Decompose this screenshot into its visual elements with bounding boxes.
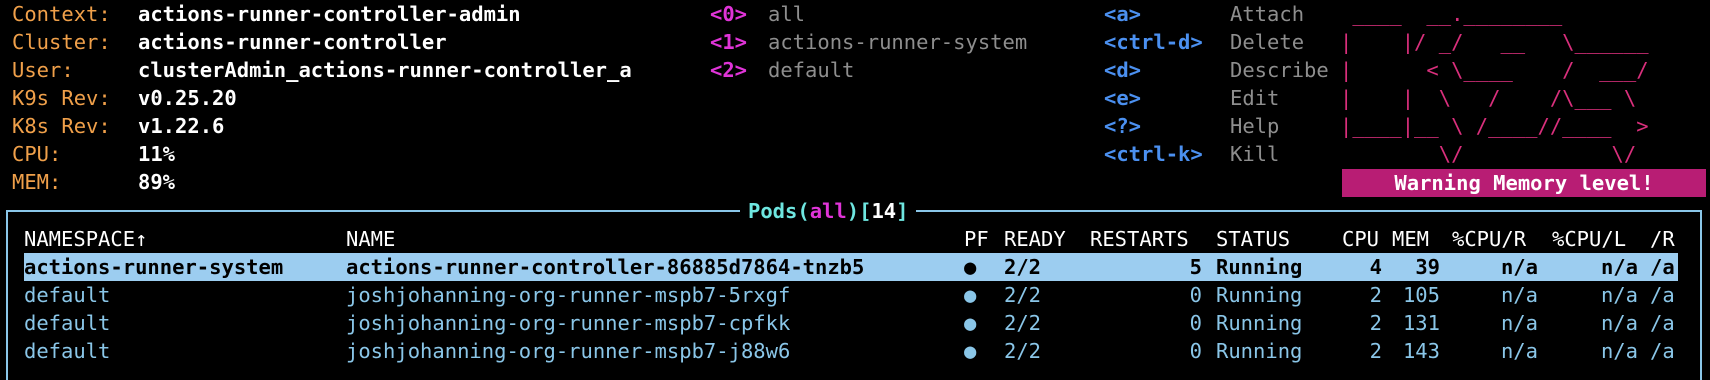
cell-cpu-r: n/a bbox=[1500, 283, 1538, 307]
cell-ready: 2/2 bbox=[1004, 339, 1042, 363]
hotkey-attach-key[interactable]: <a> bbox=[1104, 0, 1141, 28]
k8s-rev-value: v1.22.6 bbox=[138, 114, 225, 138]
hotkey-attach-label[interactable]: Attach bbox=[1230, 0, 1304, 28]
user-key: User: bbox=[12, 58, 74, 82]
namespace-label-actions-runner-system[interactable]: actions-runner-system bbox=[768, 28, 1027, 56]
hotkey-help-key[interactable]: <?> bbox=[1104, 112, 1141, 140]
cell-status: Running bbox=[1216, 283, 1303, 307]
cell-mem: 105 bbox=[1402, 283, 1440, 307]
hotkey-describe-label[interactable]: Describe bbox=[1230, 56, 1329, 84]
cell-mem: 131 bbox=[1402, 311, 1440, 335]
header-namespace[interactable]: NAMESPACE↑ bbox=[24, 225, 147, 253]
table-title-open-bracket: [ bbox=[859, 199, 872, 223]
cell-namespace: actions-runner-system bbox=[24, 255, 284, 279]
cell-mem: 143 bbox=[1402, 339, 1440, 363]
context-value: actions-runner-controller-admin bbox=[138, 2, 521, 26]
cpu-value: 11% bbox=[138, 142, 176, 166]
k9s-rev-key: K9s Rev: bbox=[12, 86, 111, 110]
header-mem[interactable]: MEM bbox=[1392, 225, 1429, 253]
cell-ready: 2/2 bbox=[1004, 311, 1042, 335]
header-ready[interactable]: READY bbox=[1004, 225, 1066, 253]
namespace-key-actions-runner-system[interactable]: <1> bbox=[710, 28, 747, 56]
cell-cpu-l: n/a bbox=[1600, 283, 1638, 307]
cell-name: joshjohanning-org-runner-mspb7-5rxgf bbox=[346, 283, 791, 307]
cell-pf: ● bbox=[964, 339, 977, 363]
cell-pf: ● bbox=[964, 283, 977, 307]
header-cpu-l[interactable]: %CPU/L bbox=[1552, 225, 1626, 253]
cell-name: actions-runner-controller-86885d7864-tnz… bbox=[346, 255, 865, 279]
cell-cpu-r: n/a bbox=[1500, 311, 1538, 335]
cell-namespace: default bbox=[24, 283, 111, 307]
cell-cpu-r: n/a bbox=[1500, 255, 1538, 279]
hotkey-edit-key[interactable]: <e> bbox=[1104, 84, 1141, 112]
memory-warning-banner: Warning Memory level! bbox=[1342, 169, 1706, 197]
hotkey-kill-key[interactable]: <ctrl-k> bbox=[1104, 140, 1203, 168]
header-status[interactable]: STATUS bbox=[1216, 225, 1290, 253]
cell-pf: ● bbox=[964, 311, 977, 335]
table-title: Pods(all)[14] bbox=[740, 197, 917, 225]
cell-cpu: 2 bbox=[1369, 283, 1382, 307]
cell-name: joshjohanning-org-runner-mspb7-cpfkk bbox=[346, 311, 791, 335]
cell-cpu: 2 bbox=[1369, 311, 1382, 335]
hotkey-delete-label[interactable]: Delete bbox=[1230, 28, 1304, 56]
k9s-logo: ____ __.________ | |/ _/ __ \______ | < … bbox=[1340, 2, 1649, 166]
cell-r: /a bbox=[1650, 339, 1675, 363]
cell-r: /a bbox=[1650, 283, 1675, 307]
cell-cpu: 4 bbox=[1369, 255, 1382, 279]
cell-mem: 39 bbox=[1415, 255, 1440, 279]
cell-cpu: 2 bbox=[1369, 339, 1382, 363]
cell-pf: ● bbox=[964, 255, 977, 279]
hotkey-help-label[interactable]: Help bbox=[1230, 112, 1279, 140]
cell-name: joshjohanning-org-runner-mspb7-j88w6 bbox=[346, 339, 791, 363]
hotkey-describe-key[interactable]: <d> bbox=[1104, 56, 1141, 84]
k9s-rev-value: v0.25.20 bbox=[138, 86, 237, 110]
cell-r: /a bbox=[1650, 255, 1675, 279]
cell-cpu-l: n/a bbox=[1600, 339, 1638, 363]
namespace-label-all[interactable]: all bbox=[768, 0, 805, 28]
k8s-rev-key: K8s Rev: bbox=[12, 114, 111, 138]
cell-restarts: 0 bbox=[1189, 339, 1202, 363]
namespace-key-default[interactable]: <2> bbox=[710, 56, 747, 84]
cluster-value: actions-runner-controller bbox=[138, 30, 447, 54]
cell-cpu-l: n/a bbox=[1600, 255, 1638, 279]
namespace-key-all[interactable]: <0> bbox=[710, 0, 747, 28]
hotkey-kill-label[interactable]: Kill bbox=[1230, 140, 1279, 168]
cell-restarts: 0 bbox=[1189, 283, 1202, 307]
user-value: clusterAdmin_actions-runner-controller_a bbox=[138, 58, 632, 82]
hotkey-edit-label[interactable]: Edit bbox=[1230, 84, 1279, 112]
hotkey-delete-key[interactable]: <ctrl-d> bbox=[1104, 28, 1203, 56]
context-key: Context: bbox=[12, 2, 111, 26]
header-restarts[interactable]: RESTARTS bbox=[1090, 225, 1189, 253]
table-title-close-paren: ) bbox=[846, 199, 860, 223]
cell-cpu-r: n/a bbox=[1500, 339, 1538, 363]
table-title-resource: Pods bbox=[748, 199, 798, 223]
header-cpu[interactable]: CPU bbox=[1342, 225, 1379, 253]
cell-status: Running bbox=[1216, 255, 1303, 279]
table-title-open-paren: ( bbox=[797, 199, 810, 223]
cell-restarts: 5 bbox=[1189, 255, 1202, 279]
mem-value: 89% bbox=[138, 170, 176, 194]
namespace-label-default[interactable]: default bbox=[768, 56, 854, 84]
table-title-namespace: all bbox=[809, 199, 847, 223]
header-name[interactable]: NAME bbox=[346, 225, 395, 253]
cell-status: Running bbox=[1216, 311, 1303, 335]
cell-namespace: default bbox=[24, 311, 111, 335]
cell-cpu-l: n/a bbox=[1600, 311, 1638, 335]
header-r[interactable]: /R bbox=[1650, 225, 1675, 253]
cell-namespace: default bbox=[24, 339, 111, 363]
cell-r: /a bbox=[1650, 311, 1675, 335]
table-title-close-bracket: ] bbox=[896, 199, 909, 223]
cell-ready: 2/2 bbox=[1004, 255, 1042, 279]
pods-table-frame bbox=[6, 210, 1702, 380]
header-pf[interactable]: PF bbox=[964, 225, 989, 253]
mem-key: MEM: bbox=[12, 170, 62, 194]
cell-ready: 2/2 bbox=[1004, 283, 1042, 307]
cluster-key: Cluster: bbox=[12, 30, 111, 54]
header-cpu-r[interactable]: %CPU/R bbox=[1452, 225, 1526, 253]
table-title-count: 14 bbox=[871, 199, 897, 223]
cpu-key: CPU: bbox=[12, 142, 62, 166]
cell-restarts: 0 bbox=[1189, 311, 1202, 335]
cell-status: Running bbox=[1216, 339, 1303, 363]
